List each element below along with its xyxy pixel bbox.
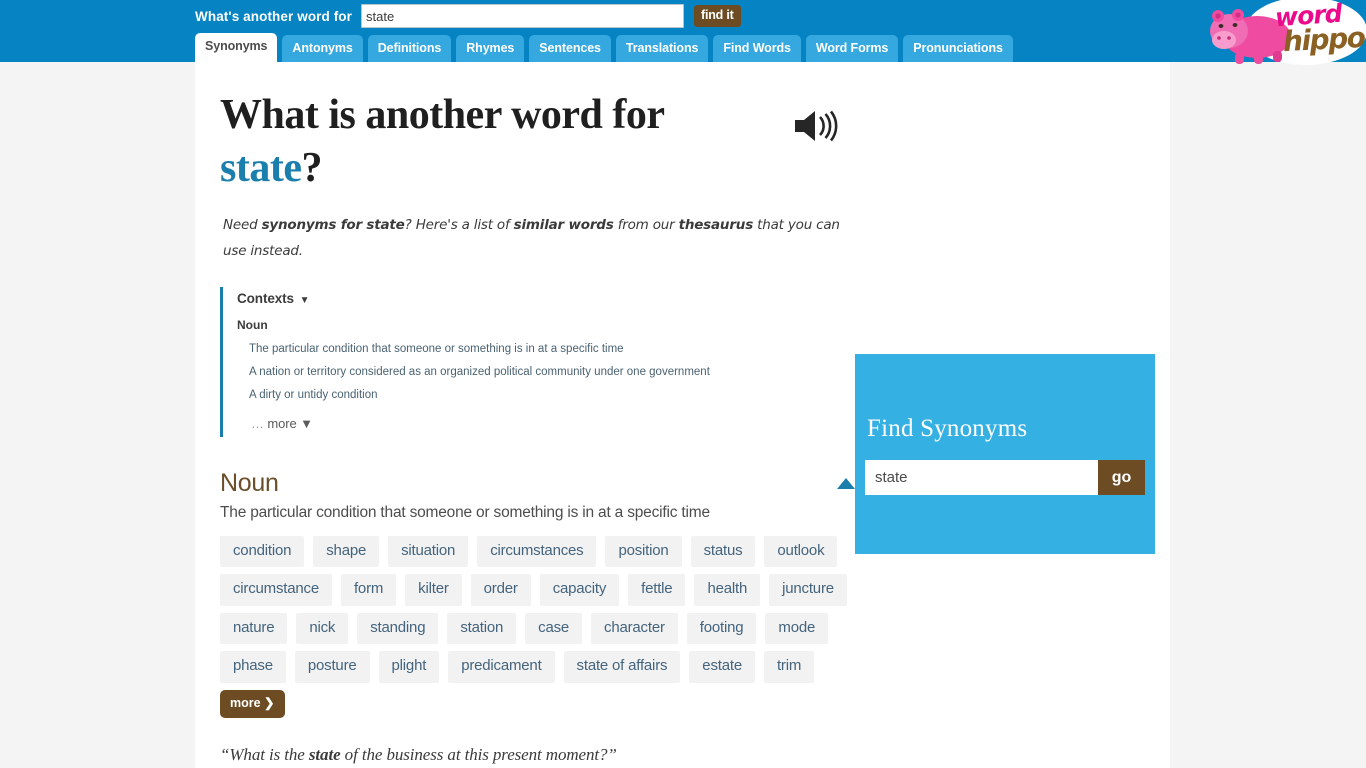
synonym-chip[interactable]: trim <box>763 651 815 683</box>
synonym-chip[interactable]: nick <box>296 612 349 645</box>
synonym-chip[interactable]: posture <box>294 651 370 683</box>
synonym-chip[interactable]: position <box>605 535 682 568</box>
logo-hippo-text: hippo <box>1282 20 1366 59</box>
contexts-more-ellipsis: … <box>251 415 264 431</box>
synonym-chip[interactable]: estate <box>689 651 755 683</box>
lead-b3: thesaurus <box>678 217 754 233</box>
synonym-chip[interactable]: juncture <box>769 574 847 606</box>
synonym-chip[interactable]: outlook <box>764 535 838 568</box>
quote-close: of the business at this present moment?” <box>340 744 617 764</box>
synonym-chip[interactable]: kilter <box>405 574 462 606</box>
tab-sentences[interactable]: Sentences <box>529 35 611 63</box>
page-title: What is another word for state? <box>220 89 860 194</box>
wordhippo-logo[interactable]: word hippo <box>1207 0 1366 71</box>
synonym-chip-list: condition shape situation circumstances … <box>220 535 852 718</box>
synonym-chip[interactable]: character <box>591 612 678 645</box>
synonym-chip[interactable]: health <box>694 574 761 606</box>
find-synonyms-input[interactable] <box>865 460 1098 495</box>
synonym-chip[interactable]: case <box>525 612 583 645</box>
page-title-prefix: What is another word for <box>220 92 665 138</box>
lead-paragraph: Need synonyms for state? Here's a list o… <box>223 212 848 265</box>
synonym-chip[interactable]: condition <box>220 535 305 568</box>
lead-p2: ? Here's a list of <box>404 217 514 233</box>
lead-p1: Need <box>223 217 262 233</box>
lead-b2: similar words <box>513 217 614 233</box>
contexts-heading: Contexts <box>237 290 294 306</box>
lead-p3: from our <box>613 217 679 233</box>
synonym-chip[interactable]: nature <box>220 612 288 645</box>
synonym-chip[interactable]: predicament <box>448 651 555 683</box>
tab-synonyms[interactable]: Synonyms <box>195 33 278 63</box>
more-synonyms-button[interactable]: more ❯ <box>220 689 285 718</box>
example-quote: “What is the state of the business at th… <box>220 745 845 765</box>
header-search-row: What's another word for find it <box>195 4 741 28</box>
lead-b1: synonyms for state <box>261 217 405 233</box>
synonym-chip[interactable]: mode <box>765 612 829 645</box>
synonym-chip[interactable]: standing <box>357 612 439 645</box>
synonym-chip[interactable]: order <box>470 574 531 606</box>
synonym-chip[interactable]: circumstances <box>477 535 597 568</box>
page-title-suffix: ? <box>301 144 322 191</box>
find-synonyms-widget: Find Synonyms go <box>855 354 1155 554</box>
contexts-more-label: more <box>263 415 301 431</box>
tab-find-words[interactable]: Find Words <box>713 35 801 63</box>
tab-word-forms[interactable]: Word Forms <box>805 35 899 63</box>
synonym-chip[interactable]: status <box>690 535 756 568</box>
tab-antonyms[interactable]: Antonyms <box>282 35 363 63</box>
context-item[interactable]: A dirty or untidy condition <box>249 389 857 401</box>
main-column: What is another word for state? Need syn… <box>220 89 860 765</box>
synonym-chip[interactable]: form <box>340 574 397 606</box>
page-content-area: What is another word for state? Need syn… <box>195 62 1170 768</box>
nav-tabs: Synonyms Antonyms Definitions Rhymes Sen… <box>195 33 1013 63</box>
tab-translations[interactable]: Translations <box>615 35 709 63</box>
header-inner: What's another word for find it Synonyms… <box>195 0 1366 65</box>
find-synonyms-form: go <box>865 460 1145 495</box>
synonym-chip[interactable]: station <box>447 612 517 645</box>
synonym-chip[interactable]: situation <box>388 535 469 568</box>
quote-open: “What is the <box>220 744 309 764</box>
context-item[interactable]: A nation or territory considered as an o… <box>249 366 857 378</box>
tab-definitions[interactable]: Definitions <box>367 35 452 63</box>
page-title-word: state <box>220 144 302 191</box>
synonym-chip[interactable]: plight <box>378 651 440 683</box>
synonym-chip[interactable]: fettle <box>628 574 686 606</box>
find-it-button[interactable]: find it <box>694 5 741 27</box>
synonym-chip[interactable]: state of affairs <box>563 651 681 683</box>
synonyms-section: Noun The particular condition that someo… <box>220 468 855 765</box>
chevron-down-icon: ▼ <box>299 294 310 306</box>
tab-rhymes[interactable]: Rhymes <box>456 35 525 63</box>
quote-bold-word: state <box>308 744 341 764</box>
context-item[interactable]: The particular condition that someone or… <box>249 343 857 355</box>
top-header-bar: What's another word for find it Synonyms… <box>0 0 1366 65</box>
speaker-icon[interactable] <box>793 108 839 144</box>
synonym-chip[interactable]: footing <box>686 612 757 645</box>
contexts-more-button[interactable]: … more ▼ <box>251 416 857 431</box>
synonym-chip[interactable]: shape <box>313 535 380 568</box>
synonym-chip[interactable]: phase <box>220 651 286 683</box>
collapse-up-icon[interactable] <box>837 477 855 489</box>
section-definition: The particular condition that someone or… <box>220 503 710 521</box>
synonym-chip[interactable]: circumstance <box>220 574 332 606</box>
contexts-part-of-speech: Noun <box>237 317 268 332</box>
search-input[interactable] <box>361 4 685 28</box>
search-label: What's another word for <box>195 8 353 24</box>
contexts-toggle[interactable]: Contexts ▼ <box>237 291 857 306</box>
chevron-down-icon: ▼ <box>300 415 313 431</box>
contexts-panel: Contexts ▼ Noun The particular condition… <box>220 286 857 437</box>
synonym-chip[interactable]: capacity <box>539 574 620 606</box>
go-button[interactable]: go <box>1098 460 1145 495</box>
find-synonyms-title: Find Synonyms <box>867 415 1028 442</box>
tab-pronunciations[interactable]: Pronunciations <box>903 35 1013 63</box>
section-title: Noun <box>220 468 279 497</box>
